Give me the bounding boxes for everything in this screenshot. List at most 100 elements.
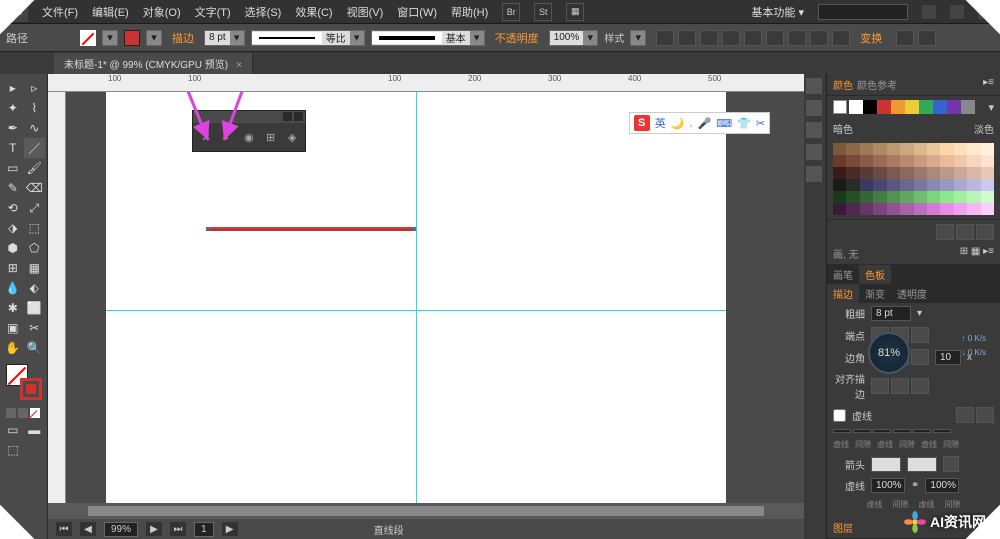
stroke-swatch[interactable] — [124, 30, 140, 46]
palette-swatch[interactable] — [914, 203, 927, 215]
dashed-checkbox[interactable] — [833, 409, 846, 422]
symbol-tool[interactable]: ✱ — [2, 298, 24, 318]
menu-edit[interactable]: 编辑(E) — [92, 4, 129, 20]
align-icon-2[interactable] — [678, 30, 696, 46]
brush-panel-icons[interactable]: ⊞ ▦ ▸≡ — [960, 246, 994, 261]
stroke-dropdown[interactable]: ▾ — [146, 30, 162, 46]
palette-swatch[interactable] — [927, 143, 940, 155]
color-swatch[interactable] — [905, 100, 919, 114]
arrow-end-dropdown[interactable]: — — [907, 457, 937, 472]
lasso-tool[interactable]: ⌇ — [24, 98, 46, 118]
gap-1-input[interactable] — [853, 429, 871, 433]
color-mode-icon[interactable] — [6, 408, 16, 418]
scale-tool[interactable]: ⤢ — [24, 198, 46, 218]
palette-swatch[interactable] — [887, 167, 900, 179]
miter-limit-input[interactable]: 10 — [935, 350, 961, 365]
palette-swatch[interactable] — [860, 155, 873, 167]
palette-swatch[interactable] — [940, 179, 953, 191]
palette-swatch[interactable] — [900, 179, 913, 191]
maximize-button[interactable] — [950, 5, 964, 19]
scrollbar-horizontal[interactable] — [48, 503, 804, 519]
menu-select[interactable]: 选择(S) — [245, 4, 282, 20]
palette-swatch[interactable] — [981, 143, 994, 155]
align-icon-8[interactable] — [810, 30, 828, 46]
gap-3-input[interactable] — [933, 429, 951, 433]
palette-swatch[interactable] — [940, 191, 953, 203]
palette-btn-1[interactable] — [936, 224, 954, 240]
palette-swatch[interactable] — [967, 179, 980, 191]
align-inside-button[interactable] — [891, 378, 909, 394]
paintbrush-tool[interactable]: 🖌 — [24, 158, 46, 178]
pen-tool[interactable]: ✒ — [2, 118, 24, 138]
palette-swatch[interactable] — [927, 155, 940, 167]
perspective-tool[interactable]: ⬠ — [24, 238, 46, 258]
scatter-brush-icon[interactable]: ◐ — [221, 129, 235, 145]
rotate-tool[interactable]: ⟲ — [2, 198, 24, 218]
eraser-tool[interactable]: ⌫ — [24, 178, 46, 198]
artboard-number[interactable]: 1 — [194, 522, 214, 537]
color-palette[interactable] — [833, 143, 994, 215]
palette-swatch[interactable] — [900, 143, 913, 155]
ime-moon-icon[interactable]: 🌙 — [671, 117, 685, 130]
swatches-tab[interactable]: 色板 — [859, 265, 891, 284]
palette-swatch[interactable] — [940, 167, 953, 179]
palette-swatch[interactable] — [954, 167, 967, 179]
palette-swatch[interactable] — [833, 143, 846, 155]
artboard-tool[interactable]: ▣ — [2, 318, 24, 338]
dash-align-2[interactable] — [976, 407, 994, 423]
color-swatch[interactable] — [961, 100, 975, 114]
cap-square-button[interactable] — [911, 327, 929, 343]
align-icon-3[interactable] — [700, 30, 718, 46]
art-brush-icon[interactable]: ◉ — [242, 129, 256, 145]
color-swatch[interactable] — [849, 100, 863, 114]
br-icon[interactable]: Br — [502, 3, 520, 21]
color-swatch[interactable] — [877, 100, 891, 114]
next-artboard-button[interactable]: ▶ — [146, 522, 162, 536]
palette-swatch[interactable] — [914, 179, 927, 191]
palette-swatch[interactable] — [954, 179, 967, 191]
palette-swatch[interactable] — [900, 191, 913, 203]
palette-swatch[interactable] — [981, 155, 994, 167]
palette-swatch[interactable] — [873, 191, 886, 203]
align-icon-1[interactable] — [656, 30, 674, 46]
palette-swatch[interactable] — [860, 203, 873, 215]
color-guide-tab[interactable]: 颜色参考 — [857, 77, 897, 92]
palette-swatch[interactable] — [873, 155, 886, 167]
palette-swatch[interactable] — [940, 155, 953, 167]
st-icon[interactable]: St — [534, 3, 552, 21]
screen-mode-normal[interactable]: ▭ — [2, 420, 24, 440]
base-color-swatch[interactable] — [833, 100, 847, 114]
calligraphic-brush-icon[interactable]: ✕ — [199, 129, 213, 145]
color-swatch[interactable] — [891, 100, 905, 114]
palette-swatch[interactable] — [846, 179, 859, 191]
document-tab[interactable]: 未标题-1* @ 99% (CMYK/GPU 预览)× — [54, 53, 253, 74]
palette-swatch[interactable] — [846, 143, 859, 155]
palette-swatch[interactable] — [927, 203, 940, 215]
align-center-button[interactable] — [871, 378, 889, 394]
align-icon-6[interactable] — [766, 30, 784, 46]
dash-3-input[interactable] — [913, 429, 931, 433]
dock-stroke-icon[interactable] — [806, 166, 822, 182]
align-icon-9[interactable] — [832, 30, 850, 46]
palette-swatch[interactable] — [927, 191, 940, 203]
tab-close-icon[interactable]: × — [236, 60, 242, 71]
palette-swatch[interactable] — [860, 179, 873, 191]
artboard-nav-button[interactable]: ▶ — [222, 522, 238, 536]
align-icon-4[interactable] — [722, 30, 740, 46]
zoom-tool[interactable]: 🔍 — [24, 338, 46, 358]
workspace-dropdown[interactable]: 基本功能 ▾ — [751, 4, 804, 20]
pencil-tool[interactable]: ✎ — [2, 178, 24, 198]
style-dropdown[interactable]: ▾ — [630, 30, 646, 46]
zoom-input[interactable]: 99% — [104, 522, 138, 537]
guide-vertical[interactable] — [416, 92, 417, 503]
palette-swatch[interactable] — [967, 155, 980, 167]
palette-swatch[interactable] — [860, 191, 873, 203]
palette-swatch[interactable] — [914, 143, 927, 155]
weight-stepper-icon[interactable]: ▾ — [917, 308, 922, 319]
menu-file[interactable]: 文件(F) — [42, 4, 78, 20]
palette-swatch[interactable] — [940, 143, 953, 155]
screen-mode-full[interactable]: ▬ — [24, 420, 46, 440]
hand-tool[interactable]: ✋ — [2, 338, 24, 358]
search-input[interactable] — [818, 4, 908, 20]
palette-swatch[interactable] — [860, 167, 873, 179]
